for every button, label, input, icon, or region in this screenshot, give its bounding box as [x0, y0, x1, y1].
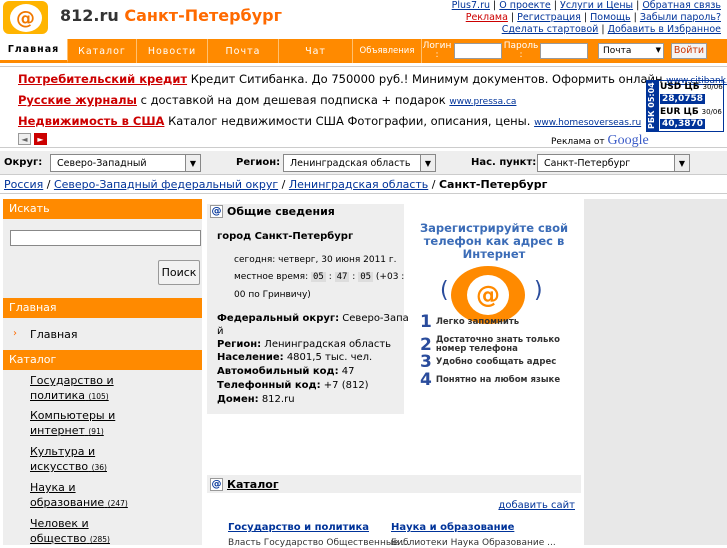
catalog-heading: @ Каталог — [207, 475, 581, 493]
city-title: город Санкт-Петербург — [217, 231, 354, 242]
link-add-favorite[interactable]: Добавить в Избранное — [608, 24, 721, 35]
crumb-current: Санкт-Петербург — [438, 178, 548, 191]
right-column — [584, 199, 727, 545]
ad-attribution[interactable]: Реклама от Google — [551, 133, 649, 149]
ad-item[interactable]: Потребительский кредит Кредит Ситибанка.… — [18, 72, 727, 86]
search-input[interactable] — [10, 230, 201, 246]
sidebar-item-catalog[interactable]: Наука и образование (247) — [30, 480, 128, 511]
top-links: Plus7.ru | О проекте | Услуги и Цены | О… — [451, 0, 721, 35]
info-population: Население: 4801,5 тыс. чел. — [217, 352, 373, 363]
ad-prev-button[interactable]: ◄ — [18, 133, 31, 145]
catalog-block: @ Каталог добавить сайт Государство и пол… — [207, 475, 581, 548]
service-select[interactable]: Почта ▼ — [598, 43, 664, 59]
google-logo: Google — [607, 133, 649, 148]
okrug-label: Округ: — [4, 157, 43, 168]
banner-step: 3 Удобно сообщать адрес — [420, 352, 557, 372]
sidebar-item-catalog[interactable]: Государство и политика (105) — [30, 373, 114, 404]
link-services[interactable]: Услуги и Цены — [560, 0, 633, 11]
rbc-label: РБК 05:04 — [647, 81, 659, 131]
chevron-right-icon: › — [13, 328, 17, 339]
today-date: сегодня: четверг, 30 июня 2011 г. — [234, 255, 397, 265]
city-label: Нас. пункт: — [471, 157, 537, 168]
search-button[interactable]: Поиск — [158, 260, 200, 285]
link-make-start[interactable]: Сделать стартовой — [502, 24, 599, 35]
link-forgot-password[interactable]: Забыли пароль? — [640, 12, 721, 23]
banner-step: 4 Понятно на любом языке — [420, 370, 561, 390]
password-input[interactable] — [540, 43, 588, 59]
catalog-subcategories[interactable]: Библиотеки Наука Образование ... — [391, 538, 556, 548]
tab-news[interactable]: Новости — [137, 39, 208, 63]
tab-classifieds[interactable]: Объявления — [353, 39, 422, 63]
site-title[interactable]: 812.ru Санкт-Петербург — [60, 6, 282, 25]
logo[interactable]: @ — [3, 1, 48, 34]
crumb-region[interactable]: Ленинградская область — [289, 178, 428, 191]
at-icon: @ — [210, 477, 223, 491]
okrug-select[interactable]: Северо-Западный ▼ — [50, 154, 201, 172]
usd-rate: 28,0758 — [660, 94, 705, 104]
local-time: местное время: 05 : 47 : 05 (+03 : — [234, 272, 405, 282]
chevron-down-icon: ▼ — [185, 155, 200, 171]
divider — [0, 193, 727, 194]
sidebar-item-catalog[interactable]: Культура и искусство (36) — [30, 444, 107, 475]
ad-block: Потребительский кредит Кредит Ситибанка.… — [0, 66, 727, 148]
banner-step: 2 Достаточно знать только номер телефона — [420, 334, 561, 355]
add-site-link[interactable]: добавить сайт — [498, 500, 575, 511]
search-heading: Искать — [3, 199, 202, 219]
region-label: Регион: — [236, 157, 281, 168]
login-button[interactable]: Войти — [671, 43, 707, 59]
link-register[interactable]: Регистрация — [517, 12, 581, 23]
tab-catalog[interactable]: Каталог — [68, 39, 137, 63]
info-region: Регион: Ленинградская область — [217, 339, 392, 350]
register-phone-banner[interactable]: Зарегистрируйте свой телефон как адрес вИ… — [408, 222, 580, 397]
link-feedback[interactable]: Обратная связь — [642, 0, 721, 11]
tab-mail[interactable]: Почта — [208, 39, 279, 63]
sidebar-item-main[interactable]: Главная — [30, 327, 78, 342]
info-heading: @ Общие сведения — [210, 205, 335, 218]
link-plus7[interactable]: Plus7.ru — [452, 0, 490, 11]
link-ads[interactable]: Реклама — [466, 12, 508, 23]
password-label: Пароль : — [503, 41, 539, 60]
at-logo-icon: @ — [9, 3, 42, 32]
chevron-down-icon: ▼ — [655, 46, 661, 54]
region-select[interactable]: Ленинградская область ▼ — [283, 154, 436, 172]
ad-item[interactable]: Русские журналы с доставкой на дом дешев… — [18, 93, 516, 107]
main-heading: Главная — [3, 298, 202, 318]
chevron-down-icon: ▼ — [674, 155, 689, 171]
catalog-category[interactable]: Наука и образование — [391, 522, 514, 533]
sidebar-item-catalog[interactable]: Компьютеры и интернет (91) — [30, 408, 115, 439]
link-about[interactable]: О проекте — [499, 0, 551, 11]
tab-main[interactable]: Главная — [0, 39, 68, 63]
banner-headline: Зарегистрируйте свой телефон как адрес вИ… — [419, 221, 569, 261]
main-nav: Главная Каталог Новости Почта Чат Объявл… — [0, 39, 727, 63]
header: @ 812.ru Санкт-Петербург Plus7.ru | О пр… — [0, 0, 727, 36]
banner-step: 1 Легко запомнить — [420, 312, 520, 332]
currency-rates[interactable]: РБК 05:04 USD ЦБ 30/06 28,0758 EUR ЦБ 30… — [646, 80, 724, 132]
info-phone-code: Телефонный код: +7 (812) — [217, 380, 369, 391]
city-select[interactable]: Санкт-Петербург ▼ — [537, 154, 690, 172]
catalog-subcategories[interactable]: Власть Государство Общественные ... — [228, 538, 410, 548]
link-help[interactable]: Помощь — [590, 12, 630, 23]
chevron-down-icon: ▼ — [420, 155, 435, 171]
catalog-link[interactable]: Каталог — [227, 478, 279, 491]
info-okrug: Федеральный округ: Северо-Западны — [217, 313, 431, 324]
crumb-russia[interactable]: Россия — [4, 178, 43, 191]
breadcrumb: Россия / Северо-Западный федеральный окр… — [4, 178, 548, 191]
phone-icon: @ — [451, 266, 525, 324]
info-auto-code: Автомобильный код: 47 — [217, 366, 355, 377]
location-filters: Округ: Северо-Западный ▼ Регион: Ленингра… — [0, 151, 727, 175]
eur-rate: 40,3870 — [660, 119, 705, 129]
login-input[interactable] — [454, 43, 502, 59]
catalog-heading: Каталог — [3, 350, 202, 370]
info-domain: Домен: 812.ru — [217, 394, 295, 405]
sidebar: Искать Поиск Главная › Главная Каталог Г… — [3, 199, 202, 545]
ad-item[interactable]: Недвижимость в США Каталог недвижимости … — [18, 114, 641, 128]
at-icon: @ — [210, 205, 223, 218]
catalog-category[interactable]: Государство и политика — [228, 522, 369, 533]
crumb-okrug[interactable]: Северо-Западный федеральный округ — [54, 178, 278, 191]
ad-next-button[interactable]: ► — [34, 133, 47, 145]
tab-chat[interactable]: Чат — [279, 39, 353, 63]
general-info: @ Общие сведения город Санкт-Петербург се… — [207, 204, 430, 414]
login-label: Логин : — [422, 41, 452, 60]
sidebar-item-catalog[interactable]: Человек и общество (285) — [30, 516, 110, 547]
